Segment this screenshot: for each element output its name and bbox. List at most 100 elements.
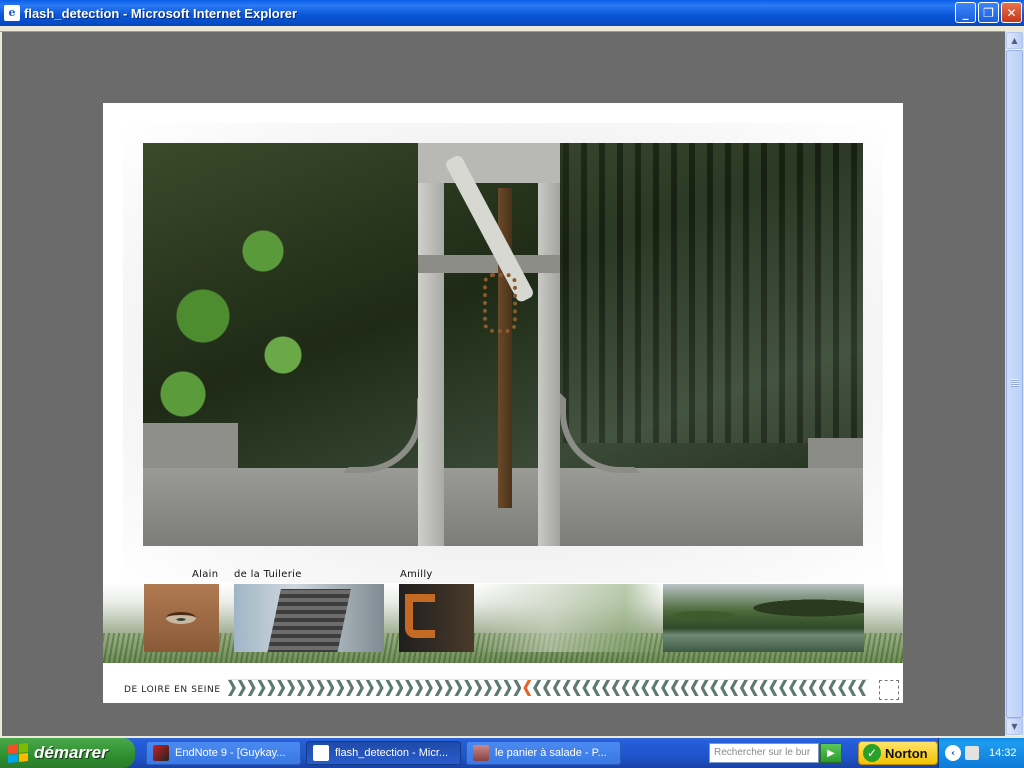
network-icon[interactable] <box>965 746 979 760</box>
timeline-chevron-forward-icon[interactable] <box>435 680 443 696</box>
timeline-chevron-back-icon[interactable] <box>789 680 797 696</box>
timeline-chevron-back-icon[interactable] <box>740 680 748 696</box>
timeline-chevron-back-icon[interactable] <box>769 680 777 696</box>
task-flash-detection[interactable]: flash_detection - Micr... <box>306 741 461 765</box>
timeline-chevron-forward-icon[interactable] <box>317 680 325 696</box>
timeline-chevron-forward-icon[interactable] <box>464 680 472 696</box>
task-endnote[interactable]: EndNote 9 - [Guykay... <box>146 741 301 765</box>
timeline-chevron-back-icon[interactable] <box>760 680 768 696</box>
timeline-chevron-forward-icon[interactable] <box>297 680 305 696</box>
browser-content-frame: Alain de la Tuilerie Amilly DE LOIRE EN … <box>0 26 1024 738</box>
timeline-chevron-back-icon[interactable] <box>563 680 571 696</box>
vertical-scrollbar[interactable]: ▲ ▼ <box>1005 32 1023 736</box>
timeline-chevron-back-icon[interactable] <box>671 680 679 696</box>
timeline-chevron-back-icon[interactable] <box>632 680 640 696</box>
timeline-chevron-forward-icon[interactable] <box>415 680 423 696</box>
timeline-chevron-back-icon[interactable] <box>681 680 689 696</box>
timeline-chevron-back-icon[interactable] <box>858 680 866 696</box>
timeline-chevron-forward-icon[interactable] <box>513 680 521 696</box>
main-photo[interactable] <box>143 143 863 546</box>
timeline-chevron-forward-icon[interactable] <box>287 680 295 696</box>
photo-crossbar-mid <box>418 255 560 273</box>
timeline-chevron-forward-icon[interactable] <box>494 680 502 696</box>
tray-expand-icon[interactable]: ‹ <box>945 745 961 761</box>
timeline-chevron-back-icon[interactable] <box>582 680 590 696</box>
timeline-chevron-forward-icon[interactable] <box>258 680 266 696</box>
timeline-chevron-back-icon[interactable] <box>701 680 709 696</box>
window-controls: _ ❐ ✕ <box>955 2 1022 23</box>
timeline-chevron-forward-icon[interactable] <box>228 680 236 696</box>
timeline-chevron-forward-icon[interactable] <box>366 680 374 696</box>
timeline-chevron-back-icon[interactable] <box>543 680 551 696</box>
system-tray: ‹ 14:32 <box>938 738 1024 768</box>
timeline-chevron-back-icon[interactable] <box>573 680 581 696</box>
timeline-chevron-back-icon[interactable] <box>612 680 620 696</box>
timeline-chevron-forward-icon[interactable] <box>238 680 246 696</box>
thumb-alain[interactable] <box>144 584 219 652</box>
eye-image <box>166 612 196 624</box>
start-button[interactable]: démarrer <box>0 738 135 768</box>
minimize-button[interactable]: _ <box>955 2 976 23</box>
timeline-chevron-back-icon[interactable] <box>592 680 600 696</box>
timeline-chevron-forward-icon[interactable] <box>484 680 492 696</box>
fullscreen-button[interactable] <box>879 680 899 700</box>
timeline-chevron-forward-icon[interactable] <box>504 680 512 696</box>
close-button[interactable]: ✕ <box>1001 2 1022 23</box>
timeline-chevron-forward-icon[interactable] <box>356 680 364 696</box>
thumb-canal[interactable] <box>663 584 864 652</box>
timeline-chevron-forward-icon[interactable] <box>454 680 462 696</box>
search-go-icon[interactable]: ▶ <box>820 743 842 763</box>
timeline-chevron-forward-icon[interactable] <box>307 680 315 696</box>
timeline-chevron-back-icon[interactable] <box>602 680 610 696</box>
timeline-chevron-forward-icon[interactable] <box>376 680 384 696</box>
timeline-chevron-forward-icon[interactable] <box>445 680 453 696</box>
timeline-chevron-back-icon[interactable] <box>730 680 738 696</box>
timeline-chevron-forward-icon[interactable] <box>248 680 256 696</box>
timeline-chevron-back-icon[interactable] <box>828 680 836 696</box>
timeline-chevron-back-icon[interactable] <box>691 680 699 696</box>
timeline-chevron-back-icon[interactable] <box>533 680 541 696</box>
scroll-down-arrow-icon[interactable]: ▼ <box>1006 718 1023 735</box>
timeline-chevron-back-icon[interactable] <box>720 680 728 696</box>
timeline-chevron-back-icon[interactable] <box>809 680 817 696</box>
timeline-chevron-back-icon[interactable] <box>779 680 787 696</box>
timeline-chevron-forward-icon[interactable] <box>405 680 413 696</box>
clock: 14:32 <box>989 747 1017 759</box>
scroll-up-arrow-icon[interactable]: ▲ <box>1006 32 1023 49</box>
scrollbar-grip-icon <box>1011 379 1019 387</box>
desktop-search-input[interactable]: Rechercher sur le bur <box>709 743 819 763</box>
timeline-chevron-forward-icon[interactable] <box>267 680 275 696</box>
timeline-chevron-back-icon[interactable] <box>819 680 827 696</box>
timeline-chevron-back-icon[interactable] <box>848 680 856 696</box>
timeline-chevrons[interactable] <box>228 680 866 700</box>
timeline-chevron-back-icon[interactable] <box>710 680 718 696</box>
timeline-chevron-forward-icon[interactable] <box>425 680 433 696</box>
timeline-chevron-forward-icon[interactable] <box>336 680 344 696</box>
timeline-chevron-back-icon[interactable] <box>641 680 649 696</box>
page-viewport: Alain de la Tuilerie Amilly DE LOIRE EN … <box>2 32 1005 736</box>
norton-label: Norton <box>885 745 928 761</box>
timeline-chevron-forward-icon[interactable] <box>386 680 394 696</box>
norton-button[interactable]: ✓ Norton <box>858 741 938 765</box>
timeline-chevron-forward-icon[interactable] <box>346 680 354 696</box>
scrollbar-thumb[interactable] <box>1006 50 1023 718</box>
timeline-chevron-back-icon[interactable] <box>553 680 561 696</box>
timeline-chevron-forward-icon[interactable] <box>326 680 334 696</box>
thumb-amilly[interactable] <box>399 584 474 652</box>
thumb-label-tuilerie: de la Tuilerie <box>234 569 302 580</box>
restore-button[interactable]: ❐ <box>978 2 999 23</box>
timeline-chevron-back-icon[interactable] <box>838 680 846 696</box>
timeline-chevron-forward-icon[interactable] <box>277 680 285 696</box>
flash-viewer[interactable]: Alain de la Tuilerie Amilly DE LOIRE EN … <box>103 103 903 703</box>
task-panier-salade[interactable]: le panier à salade - P... <box>466 741 621 765</box>
thumb-tuilerie[interactable] <box>234 584 384 652</box>
timeline-chevron-back-icon[interactable] <box>622 680 630 696</box>
timeline-chevron-back-icon[interactable] <box>661 680 669 696</box>
timeline-current-marker-icon[interactable] <box>523 680 531 696</box>
timeline-chevron-back-icon[interactable] <box>750 680 758 696</box>
thumb-faded[interactable] <box>475 584 663 652</box>
timeline-chevron-back-icon[interactable] <box>651 680 659 696</box>
timeline-chevron-forward-icon[interactable] <box>395 680 403 696</box>
timeline-chevron-back-icon[interactable] <box>799 680 807 696</box>
timeline-chevron-forward-icon[interactable] <box>474 680 482 696</box>
